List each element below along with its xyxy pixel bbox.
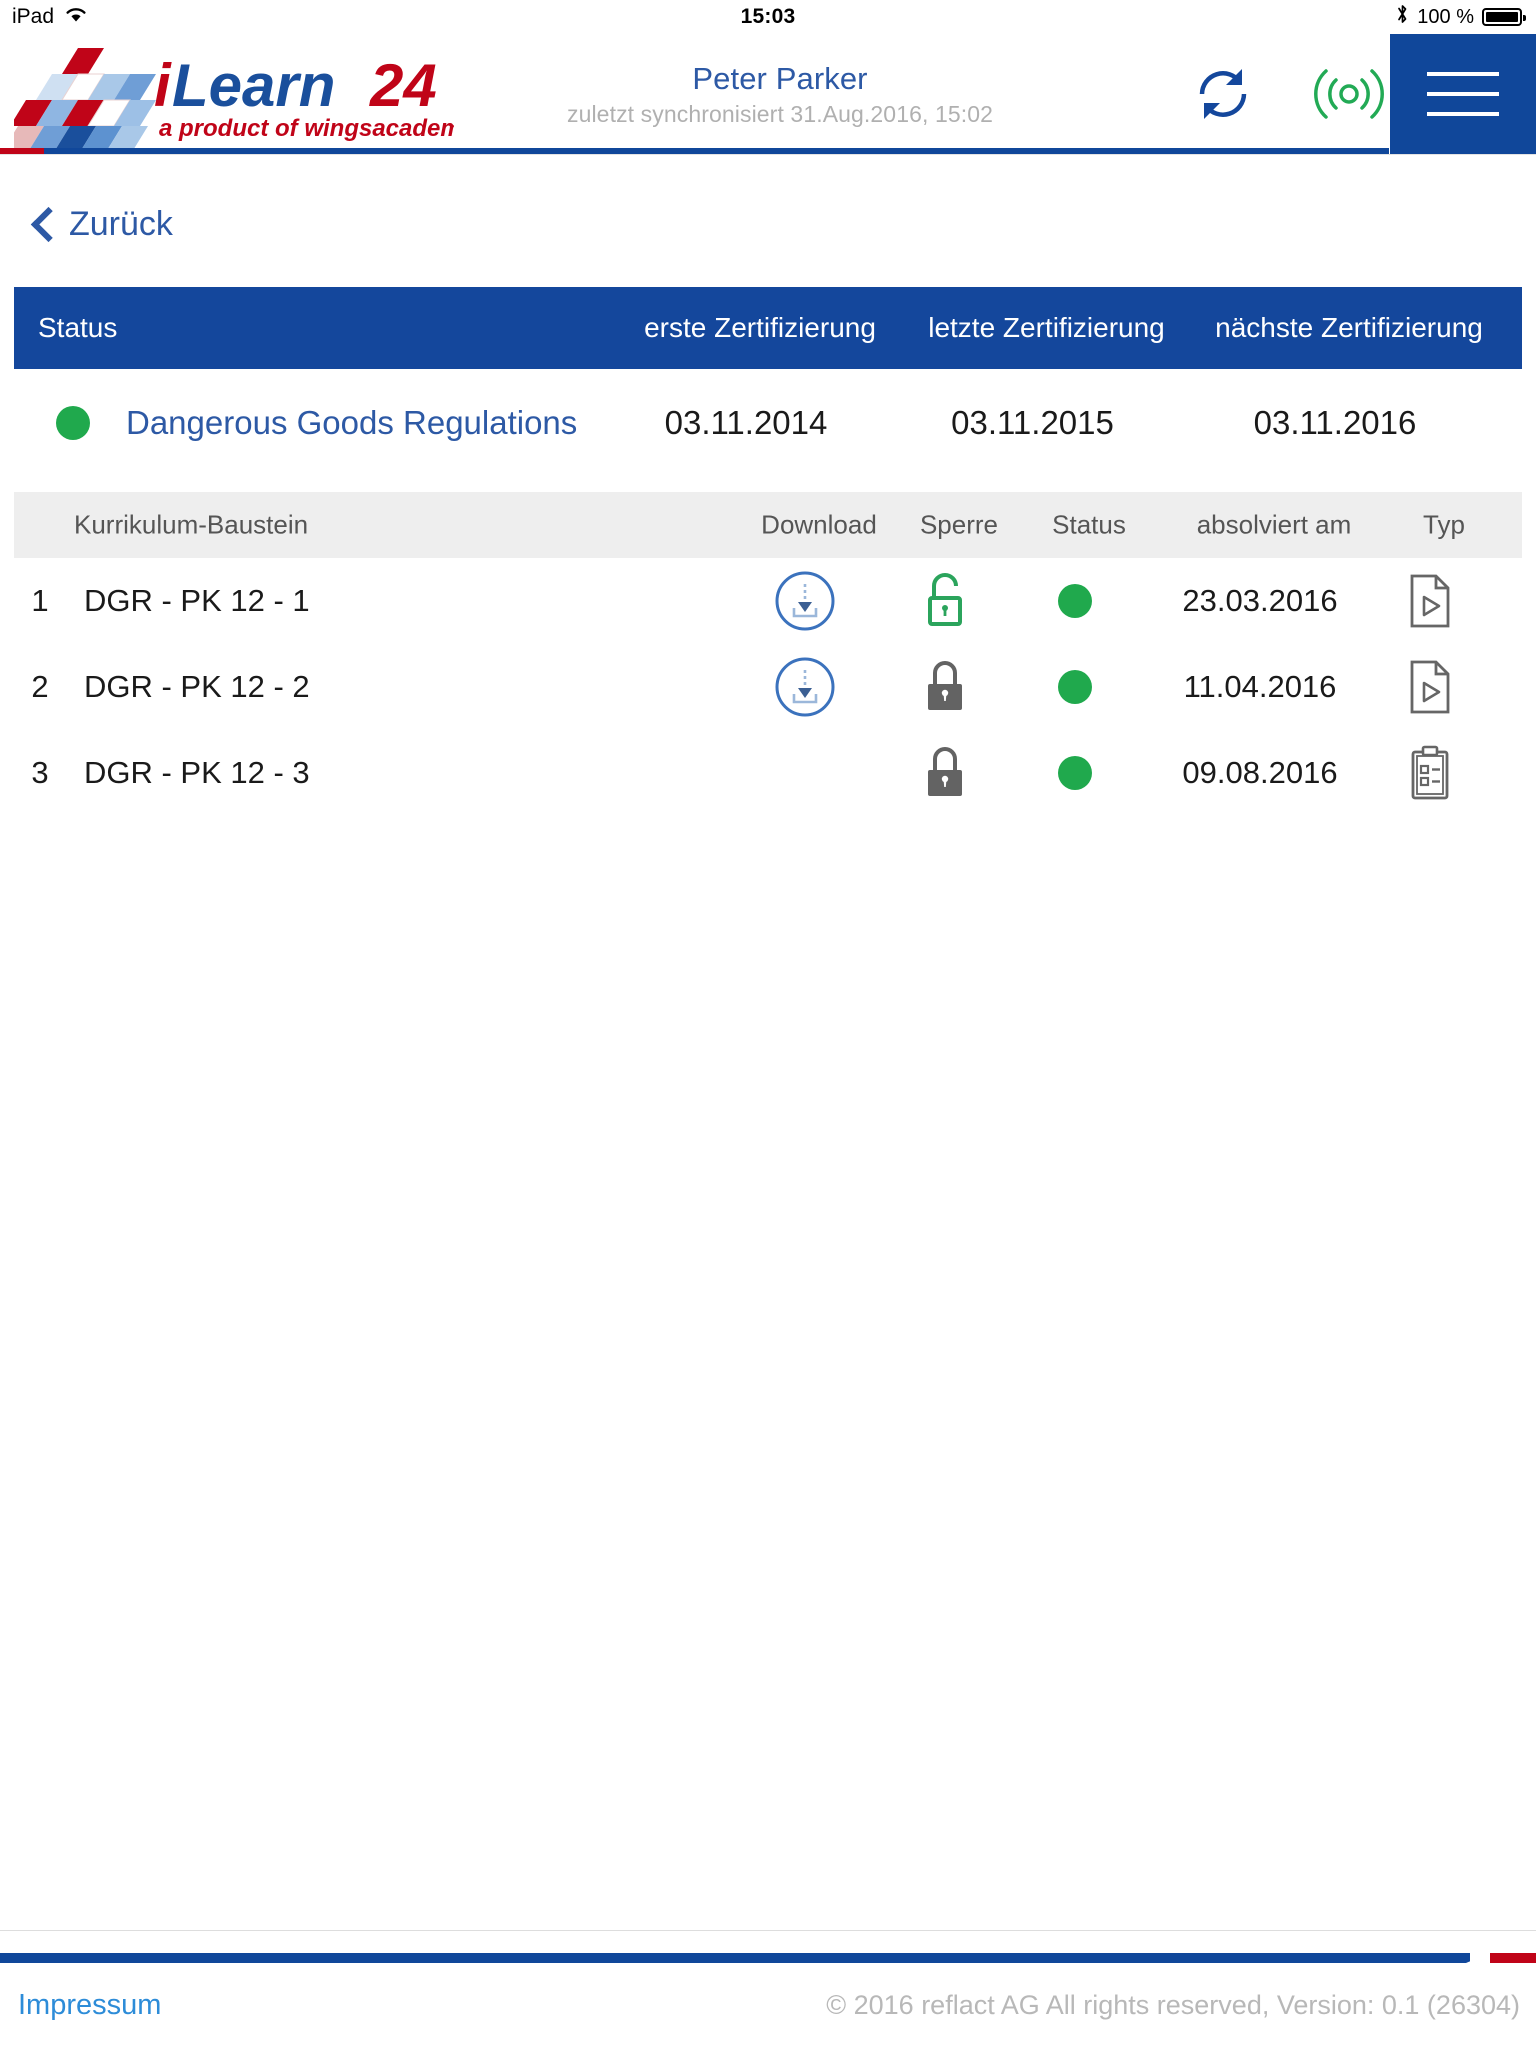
header-actions (1190, 34, 1386, 154)
document-play-icon[interactable] (1385, 644, 1475, 730)
document-play-icon[interactable] (1385, 558, 1475, 644)
last-certification-date: 03.11.2015 (951, 404, 1114, 441)
column-header-last-certification: letzte Zertifizierung (928, 312, 1165, 343)
column-header-module-status: Status (1052, 509, 1126, 540)
status-bar-clock: 15:03 (740, 5, 796, 28)
svg-text:24: 24 (369, 52, 437, 119)
column-header-next-certification: nächste Zertifizierung (1215, 312, 1483, 343)
svg-text:a product of wingsacademy: a product of wingsacademy (159, 115, 454, 142)
row-completed-date: 23.03.2016 (1182, 583, 1338, 618)
row-completed-date: 09.08.2016 (1182, 755, 1338, 790)
column-header-curriculum-module: Kurrikulum-Baustein (74, 509, 309, 540)
unlocked-padlock-icon[interactable] (890, 558, 1000, 644)
first-certification-date: 03.11.2014 (664, 404, 828, 441)
row-module-name: DGR - PK 12 - 2 (84, 669, 310, 704)
column-header-type: Typ (1423, 509, 1465, 540)
certification-table-header: Status erste Zertifizierung letzte Zerti… (14, 287, 1522, 369)
status-bar-right: 100 % (1396, 0, 1526, 34)
next-certification-date: 03.11.2016 (1253, 404, 1417, 441)
battery-label: 100 % (1417, 5, 1474, 28)
impressum-link[interactable]: Impressum (18, 1989, 161, 2022)
bluetooth-icon (1396, 3, 1409, 31)
locked-padlock-icon[interactable] (890, 730, 1000, 816)
footer-red-rule (1466, 1953, 1536, 1963)
row-status-dot (1020, 558, 1130, 644)
row-status-dot (1020, 644, 1130, 730)
locked-padlock-icon[interactable] (890, 644, 1000, 730)
footer-blue-rule (0, 1953, 1470, 1963)
sync-refresh-icon[interactable] (1190, 61, 1256, 127)
column-header-status: Status (38, 312, 118, 343)
module-table-header: Kurrikulum-Baustein Download Sperre Stat… (14, 492, 1522, 558)
download-circle-icon[interactable] (740, 558, 870, 644)
header-divider (0, 154, 1536, 155)
row-status-dot (1020, 730, 1130, 816)
ilearn24-logo: i Learn 24 a product of wingsacademy (2, 44, 477, 156)
status-badge (56, 406, 90, 440)
table-row[interactable]: 3 DGR - PK 12 - 3 09.08.2016 (0, 730, 1536, 816)
app-page: iPad 15:03 100 % i Learn 24 a product of… (0, 0, 1536, 2048)
hamburger-menu-icon[interactable] (1390, 34, 1536, 154)
svg-text:i: i (154, 52, 172, 119)
app-header: i Learn 24 a product of wingsacademy Pet… (0, 34, 1536, 154)
clipboard-quiz-icon[interactable] (1385, 730, 1475, 816)
row-module-name: DGR - PK 12 - 3 (84, 755, 310, 790)
footer: Impressum © 2016 reflact AG All rights r… (0, 1963, 1536, 2048)
column-header-lock: Sperre (919, 509, 999, 540)
download-circle-icon[interactable] (740, 644, 870, 730)
ios-status-bar: iPad 15:03 100 % (0, 0, 1536, 34)
row-index: 1 (31, 583, 49, 618)
row-completed-date: 11.04.2016 (1183, 669, 1337, 704)
column-header-download: Download (761, 509, 877, 540)
row-module-name: DGR - PK 12 - 1 (84, 583, 310, 618)
column-header-first-certification: erste Zertifizierung (644, 312, 876, 343)
row-index: 3 (31, 755, 49, 790)
table-row[interactable]: 2 DGR - PK 12 - 2 11.04.2016 (0, 644, 1536, 730)
user-name: Peter Parker (692, 60, 868, 96)
certification-row[interactable]: Dangerous Goods Regulations 03.11.2014 0… (0, 382, 1536, 464)
column-header-completed-on: absolviert am (1196, 509, 1352, 540)
copyright-text: © 2016 reflact AG All rights reserved, V… (826, 1990, 1520, 2020)
table-row[interactable]: 1 DGR - PK 12 - 1 23.03.2016 (0, 558, 1536, 644)
online-broadcast-icon[interactable] (1312, 61, 1386, 127)
sync-status-text: zuletzt synchronisiert 31.Aug.2016, 15:0… (566, 100, 994, 127)
back-button-label: Zurück (69, 204, 173, 243)
download-slot-empty (740, 730, 870, 816)
back-button[interactable]: Zurück (0, 188, 1536, 260)
module-table-body: 1 DGR - PK 12 - 1 23.03.2016 2 DGR - PK … (0, 558, 1536, 816)
svg-text:Learn: Learn (172, 52, 335, 119)
row-index: 2 (31, 669, 49, 704)
header-user-block: Peter Parker zuletzt synchronisiert 31.A… (430, 34, 1130, 154)
certification-title[interactable]: Dangerous Goods Regulations (126, 404, 577, 442)
chevron-left-icon (34, 209, 51, 239)
footer-divider (0, 1930, 1536, 1931)
battery-icon (1482, 8, 1526, 26)
